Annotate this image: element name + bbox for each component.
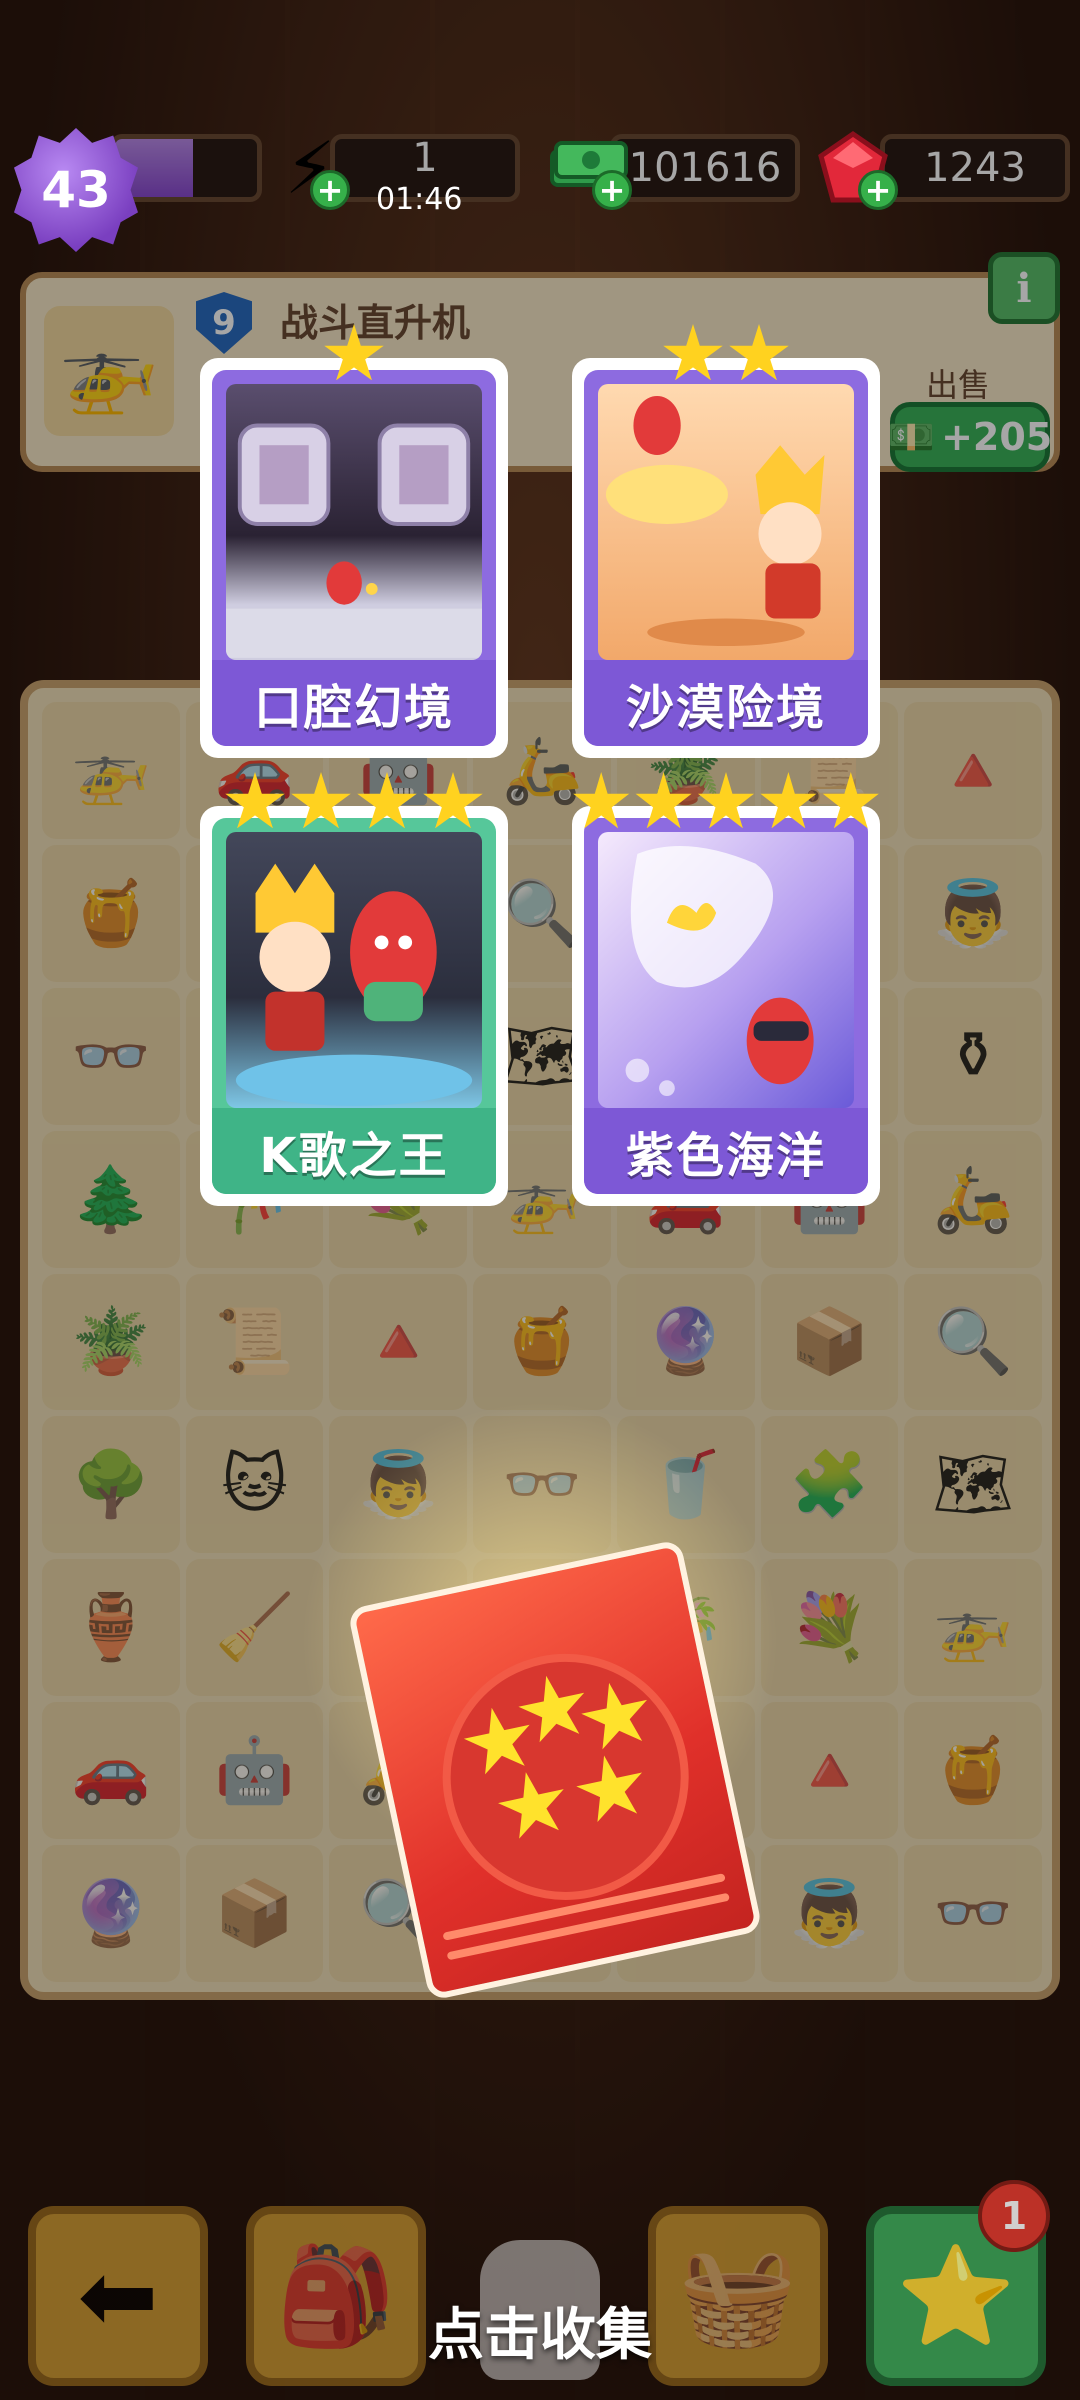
- energy-add-button[interactable]: +: [310, 170, 350, 210]
- tap-to-collect-prompt[interactable]: 点击收集: [0, 2290, 1080, 2371]
- star-icon: [822, 772, 879, 829]
- card-title: 口腔幻境: [212, 660, 496, 746]
- cash-add-button[interactable]: +: [592, 170, 632, 210]
- energy-timer: 01:46: [376, 182, 463, 217]
- card-art-mouth: [226, 384, 482, 660]
- star-icon: [324, 324, 384, 381]
- album-notification-badge: 1: [978, 2180, 1050, 2252]
- star-icon: [225, 772, 285, 829]
- card-title: 紫色海洋: [584, 1108, 868, 1194]
- sticker-card-2[interactable]: 沙漠险境: [572, 324, 880, 758]
- card-art-purple-sea: [598, 832, 854, 1108]
- star-icon: [697, 772, 755, 829]
- gem-add-button[interactable]: +: [858, 170, 898, 210]
- star-icon: [423, 772, 483, 829]
- card-stars: [200, 324, 508, 386]
- card-stars: [200, 772, 508, 834]
- overlay-dim[interactable]: [0, 0, 1080, 2400]
- sticker-card-3[interactable]: K歌之王: [200, 772, 508, 1206]
- card-title: K歌之王: [212, 1108, 496, 1194]
- sticker-card-1[interactable]: 口腔幻境: [200, 324, 508, 758]
- star-icon: [729, 324, 789, 381]
- star-icon: [357, 772, 417, 829]
- card-title: 沙漠险境: [584, 660, 868, 746]
- card-frame: K歌之王: [212, 818, 496, 1194]
- card-frame: 沙漠险境: [584, 370, 868, 746]
- star-icon: [635, 772, 692, 829]
- card-frame: 口腔幻境: [212, 370, 496, 746]
- card-stars: [572, 772, 880, 834]
- card-art-karaoke: [226, 832, 482, 1108]
- star-icon: [291, 772, 351, 829]
- pack-emblem: [419, 1631, 712, 1923]
- card-stars: [572, 324, 880, 386]
- card-art-desert: [598, 384, 854, 660]
- sticker-card-4[interactable]: 紫色海洋: [572, 772, 880, 1206]
- star-icon: [760, 772, 817, 829]
- star-icon: [573, 772, 630, 829]
- star-icon: [663, 324, 723, 381]
- player-level-value: 43: [41, 161, 111, 219]
- card-frame: 紫色海洋: [584, 818, 868, 1194]
